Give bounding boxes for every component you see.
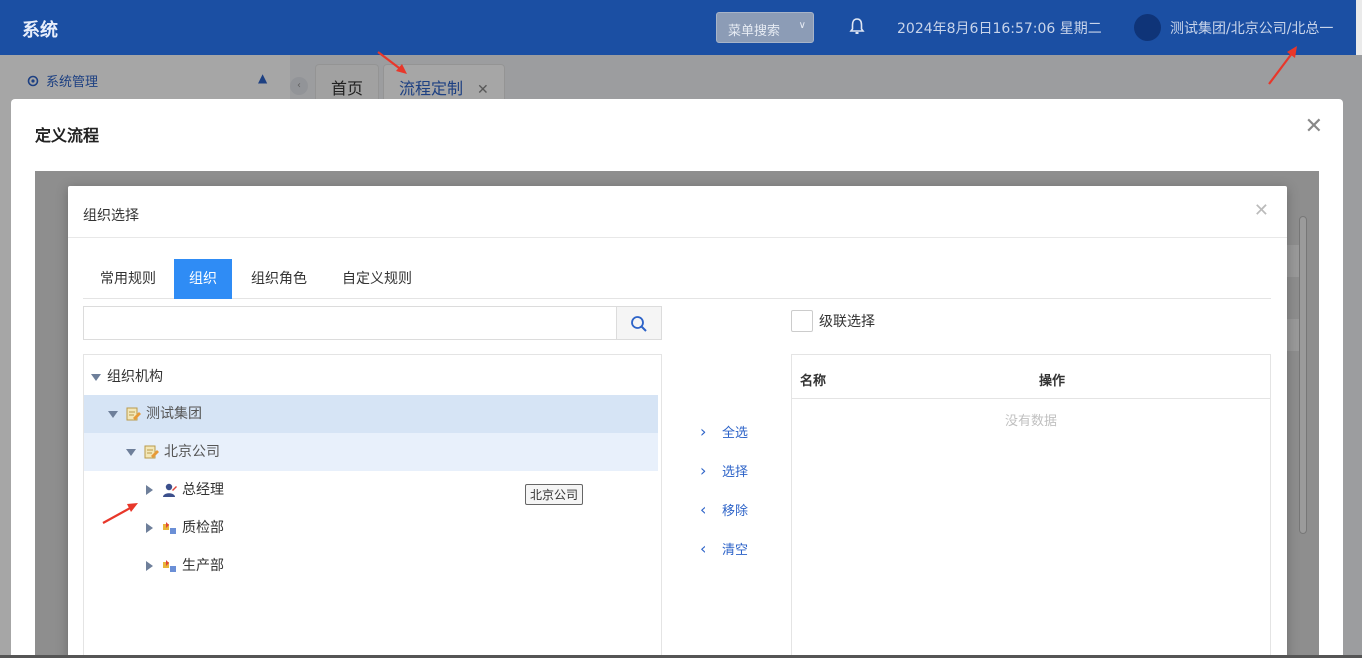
tree-node-test-group[interactable]: 测试集团 [84,395,658,433]
select-all-label: 全选 [722,425,749,441]
chevron-left-icon: ‹ [700,499,707,519]
cascade-checkbox[interactable] [791,310,813,332]
org-edit-icon [144,445,159,459]
department-icon [163,522,176,534]
chevron-down-icon: ∨ [798,20,806,31]
menu-search-select[interactable]: 菜单搜索 ∨ [716,12,814,43]
select-label: 选择 [722,464,749,480]
selected-result-table: 名称 操作 没有数据 [791,354,1271,658]
tree-node-tooltip: 北京公司 [525,484,584,505]
tree-node-production-dept[interactable]: 生产部 [84,547,658,585]
bell-icon[interactable] [849,17,865,35]
top-header: 系统 菜单搜索 ∨ 2024年8月6日16:57:06 星期二 测试集团/北京公… [0,0,1362,55]
tree-node-org-root[interactable]: 组织机构 [84,358,661,396]
search-button[interactable] [616,307,661,339]
tree-node-label: 质检部 [182,520,224,536]
org-search [83,306,662,340]
tree-node-quality-dept[interactable]: 质检部 [84,509,658,547]
cascade-label: 级联选择 [819,314,875,330]
annotation-arrow-icon [1268,46,1297,85]
tree-node-label: 测试集团 [146,406,202,422]
tab-organization[interactable]: 组织 [174,259,232,299]
column-header-name: 名称 [800,374,827,389]
chevron-left-icon: ‹ [700,538,707,558]
cascade-select[interactable]: 级联选择 [791,310,875,332]
close-icon[interactable]: ✕ [1254,202,1269,220]
user-org-path[interactable]: 测试集团/北京公司/北总一 [1170,18,1333,38]
tab-custom-rules[interactable]: 自定义规则 [328,259,426,299]
close-icon[interactable]: ✕ [1305,116,1323,138]
caret-down-icon[interactable] [108,411,118,418]
user-icon [163,483,177,497]
tab-common-rules[interactable]: 常用规则 [83,259,173,299]
avatar[interactable] [1134,14,1161,41]
column-header-action: 操作 [1039,374,1066,389]
clear-label: 清空 [722,542,749,558]
remove-button[interactable]: ‹ 移除 [700,499,748,519]
page-scrollbar[interactable] [1356,0,1362,55]
menu-search-label: 菜单搜索 [728,24,781,39]
caret-right-icon[interactable] [146,523,153,533]
tree-node-label: 总经理 [182,482,224,498]
annotation-arrow-icon [377,51,407,74]
tree-node-beijing-company[interactable]: 北京公司 [84,433,658,471]
chevron-right-icon: › [700,421,707,441]
chevron-right-icon: › [700,460,707,480]
divider [68,237,1287,238]
select-button[interactable]: › 选择 [700,460,748,480]
org-search-input[interactable] [84,307,617,339]
tree-node-label: 组织机构 [107,369,163,385]
app-title: 系统 [22,20,58,41]
current-datetime: 2024年8月6日16:57:06 星期二 [897,21,1102,37]
designer-scrollbar[interactable] [1299,216,1307,534]
table-header: 名称 操作 [792,355,1270,399]
org-tree: 组织机构 测试集团 北京公司 总经理 质检部 生产部 [83,354,662,658]
department-icon [163,560,176,572]
empty-state: 没有数据 [1004,414,1057,429]
caret-right-icon[interactable] [146,485,153,495]
tree-node-label: 生产部 [182,558,224,574]
dialog-title: 组织选择 [83,208,139,224]
org-dialog-tabs: 常用规则 组织 组织角色 自定义规则 [83,259,1271,299]
search-icon [631,316,647,332]
org-edit-icon [126,407,141,421]
tab-organization-role[interactable]: 组织角色 [238,259,320,299]
annotation-arrow-icon [102,503,138,524]
clear-button[interactable]: ‹ 清空 [700,538,748,558]
caret-down-icon[interactable] [126,449,136,456]
select-all-button[interactable]: › 全选 [700,421,748,441]
caret-down-icon[interactable] [91,374,101,381]
modal-title: 定义流程 [35,126,100,145]
tree-node-label: 北京公司 [164,444,220,460]
caret-right-icon[interactable] [146,561,153,571]
remove-label: 移除 [722,503,749,519]
